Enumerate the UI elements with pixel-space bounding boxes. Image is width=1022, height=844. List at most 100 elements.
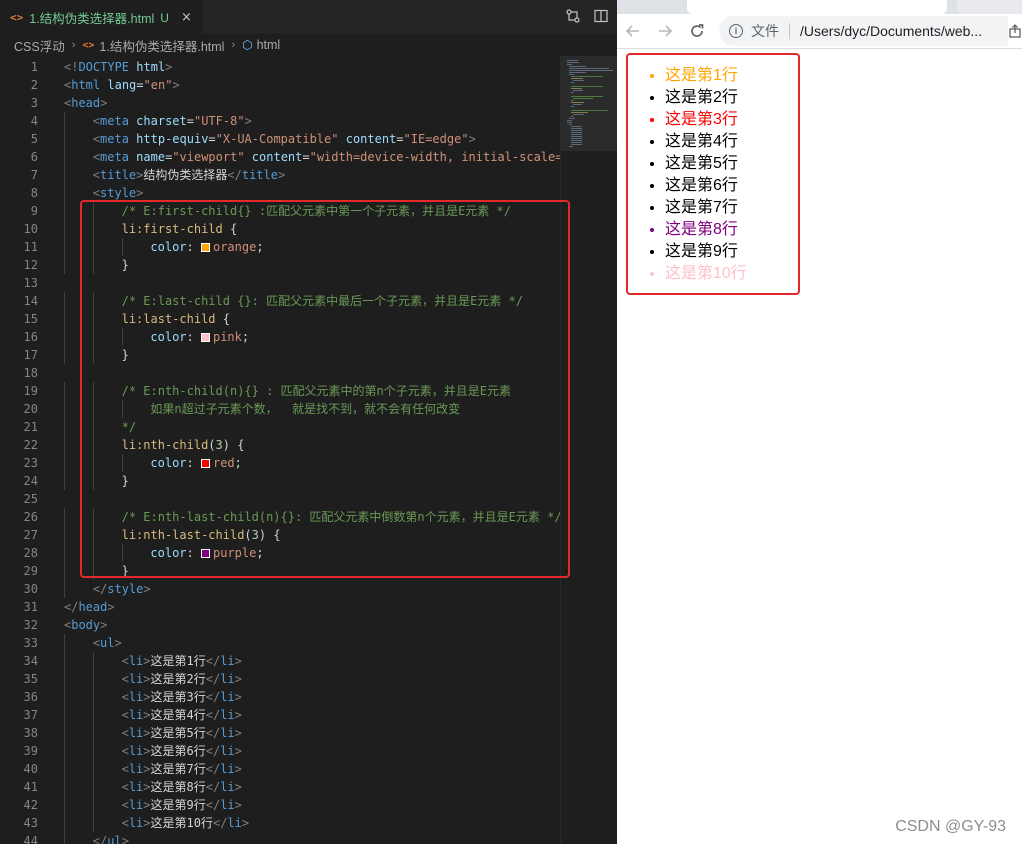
indent-guide [92, 724, 94, 742]
color-swatch[interactable] [200, 459, 210, 468]
code-line[interactable]: 37 <li>这是第4行</li> [0, 706, 560, 724]
code-line[interactable]: 43 <li>这是第10行</li> [0, 814, 560, 832]
color-swatch[interactable] [200, 549, 210, 558]
editor-tab-active[interactable]: <> 1.结构伪类选择器.html U × [0, 0, 202, 34]
code-token: li:nth-last-child [121, 528, 245, 542]
code-token: > [143, 726, 151, 740]
source-control-compare-icon[interactable] [565, 7, 581, 25]
code-line[interactable]: 44 </ul> [0, 832, 560, 844]
code-token: 结构伪类选择器 [143, 168, 228, 182]
code-area[interactable]: 1 <!DOCTYPE html> 2 <html lang="en"> 3 <head>… [0, 56, 562, 844]
code-token: 这是第2行 [150, 672, 206, 686]
code-line[interactable]: 13 [0, 274, 560, 292]
indent-guide [64, 238, 65, 256]
line-number: 21 [23, 420, 38, 434]
code-token: color [150, 330, 187, 344]
code-line[interactable]: 4 <meta charset="UTF-8"> [0, 112, 560, 130]
code-token: </ [205, 690, 221, 704]
code-token: body [71, 618, 101, 632]
code-line[interactable]: 39 <li>这是第6行</li> [0, 742, 560, 760]
code-token: > [100, 618, 108, 632]
code-line[interactable]: 23 color: red; [0, 454, 560, 472]
share-icon[interactable] [1008, 14, 1022, 48]
indent-guide [92, 670, 94, 688]
code-line[interactable]: 9 /* E:first-child{} :匹配父元素中第一个子元素，并且是E元素… [0, 202, 560, 220]
code-line[interactable]: 5 <meta http-equiv="X-UA-Compatible" cont… [0, 130, 560, 148]
code-line[interactable]: 27 li:nth-last-child(3) { [0, 526, 560, 544]
line-number: 8 [30, 186, 38, 200]
code-line[interactable]: 7 <title>结构伪类选择器</title> [0, 166, 560, 184]
code-line[interactable]: 38 <li>这是第5行</li> [0, 724, 560, 742]
minimap[interactable] [560, 56, 617, 844]
line-number: 33 [23, 636, 38, 650]
code-line[interactable]: 14 /* E:last-child {}: 匹配父元素中最后一个子元素，并且是E… [0, 292, 560, 310]
close-icon[interactable]: × [181, 10, 192, 25]
code-line[interactable]: 32 <body> [0, 616, 560, 634]
code-line[interactable]: 15 li:last-child { [0, 310, 560, 328]
code-line[interactable]: 36 <li>这是第3行</li> [0, 688, 560, 706]
code-token: > [244, 114, 252, 128]
split-editor-icon[interactable] [593, 7, 609, 25]
code-line[interactable]: 18 [0, 364, 560, 382]
browser-tab-inactive[interactable] [957, 0, 1022, 14]
breadcrumb-folder[interactable]: CSS浮动 [14, 36, 65, 55]
code-line[interactable]: 12} [0, 256, 560, 274]
code-line[interactable]: 42 <li>这是第9行</li> [0, 796, 560, 814]
minimap-line [571, 82, 574, 83]
color-swatch[interactable] [200, 243, 210, 252]
code-line[interactable]: 2 <html lang="en"> [0, 76, 560, 94]
code-token: < [121, 672, 129, 686]
code-line[interactable]: 26 /* E:nth-last-child(n){}: 匹配父元素中倒数第n个元… [0, 508, 562, 526]
code-line[interactable]: 25 [0, 490, 560, 508]
code-line[interactable]: 3 <head> [0, 94, 560, 112]
code-line[interactable]: 20 如果n超过子元素个数， 就是找不到，就不会有任何改变 [0, 400, 560, 418]
indent-guide [64, 526, 65, 544]
code-line[interactable]: 29} [0, 562, 560, 580]
code-text: <li>这是第5行</li> [122, 724, 242, 742]
minimap-line [571, 134, 582, 135]
info-icon[interactable]: i [729, 24, 743, 38]
code-line[interactable]: 16 color: pink; [0, 328, 560, 346]
breadcrumb-file[interactable]: 1.结构伪类选择器.html [99, 36, 224, 55]
code-line[interactable]: 8 <style> [0, 184, 560, 202]
minimap-line [571, 140, 582, 141]
code-line[interactable]: 1 <!DOCTYPE html> [0, 58, 560, 76]
code-line[interactable]: 11 color: orange; [0, 238, 560, 256]
code-line[interactable]: 22 li:nth-child(3) { [0, 436, 560, 454]
forward-arrow-icon[interactable] [649, 14, 681, 48]
code-token: 这是第5行 [150, 726, 206, 740]
line-number: 2 [30, 78, 38, 92]
code-token: </ [205, 708, 221, 722]
color-swatch[interactable] [200, 333, 210, 342]
line-number: 11 [23, 240, 38, 254]
code-token: 这是第6行 [150, 744, 206, 758]
code-line[interactable]: 41 <li>这是第8行</li> [0, 778, 560, 796]
code-token: lang [107, 78, 137, 92]
code-line[interactable]: 6 <meta name="viewport" content="width=de… [0, 148, 562, 166]
code-line[interactable]: 33 <ul> [0, 634, 560, 652]
code-line[interactable]: 30 </style> [0, 580, 560, 598]
code-line[interactable]: 40 <li>这是第7行</li> [0, 760, 560, 778]
code-token: html [71, 78, 101, 92]
indent-guide [92, 706, 94, 724]
indent-guide [92, 796, 94, 814]
reload-icon[interactable] [681, 14, 713, 48]
code-line[interactable]: 35 <li>这是第2行</li> [0, 670, 560, 688]
code-line[interactable]: 17} [0, 346, 560, 364]
code-line[interactable]: 19 /* E:nth-child(n){} : 匹配父元素中的第n个子元素，并且… [0, 382, 560, 400]
address-bar[interactable]: i 文件 /Users/dyc/Documents/web... [719, 16, 1008, 46]
back-arrow-icon[interactable] [617, 14, 649, 48]
code-text: <ul> [93, 634, 122, 652]
code-token: li [128, 798, 144, 812]
indent-guide [92, 400, 94, 418]
code-line[interactable]: 28 color: purple; [0, 544, 560, 562]
code-line[interactable]: 10 li:first-child { [0, 220, 560, 238]
code-line[interactable]: 34 <li>这是第1行</li> [0, 652, 560, 670]
code-line[interactable]: 21 */ [0, 418, 560, 436]
breadcrumb-element[interactable]: html [257, 38, 281, 52]
code-line[interactable]: 31 </head> [0, 598, 560, 616]
browser-tab-active[interactable] [687, 0, 947, 14]
code-line[interactable]: 24} [0, 472, 560, 490]
url-text[interactable]: /Users/dyc/Documents/web... [800, 23, 982, 39]
code-text: <head> [64, 94, 107, 112]
